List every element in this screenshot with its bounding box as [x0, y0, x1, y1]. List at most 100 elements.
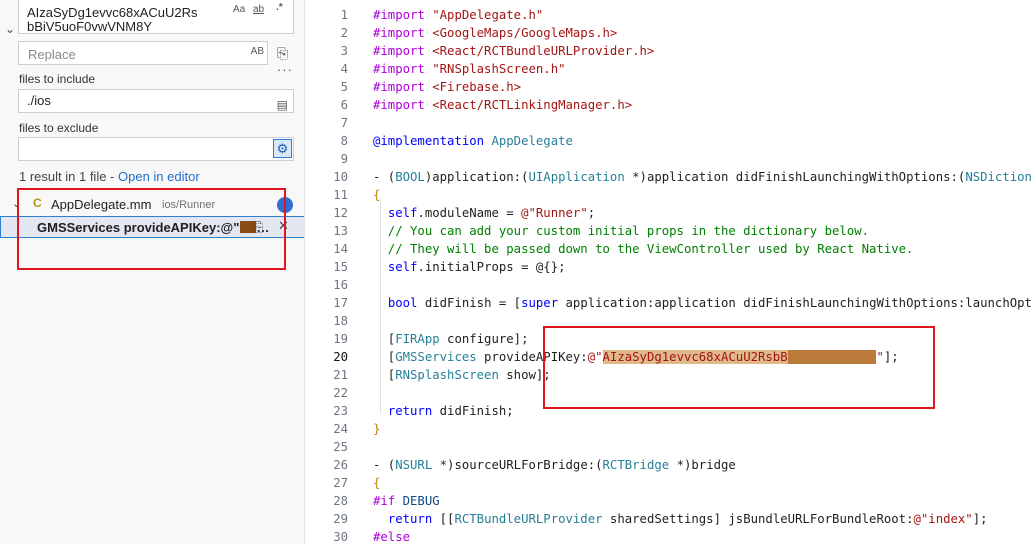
code-text: bool didFinish = [super application:appl…: [387, 296, 1033, 310]
files-to-exclude-label: files to exclude: [19, 121, 99, 135]
code-line: 15 self.initialProps = @{};: [305, 258, 1033, 276]
line-number: 9: [340, 152, 348, 166]
code-text: #import <React/RCTBundleURLProvider.h>: [373, 44, 655, 58]
search-query-line-2: bBiV5uoF0vwVNM8Y: [27, 19, 152, 34]
search-input[interactable]: AIzaSyDg1evvc68xACuU2Rs bBiV5uoF0vwVNM8Y…: [18, 0, 294, 34]
line-number: 28: [333, 494, 348, 508]
code-line: 26 - (NSURL *)sourceURLForBridge:(RCTBrid…: [305, 456, 1033, 474]
line-number: 4: [340, 62, 348, 76]
line-number: 25: [333, 440, 348, 454]
code-text: {: [373, 188, 381, 202]
line-number: 18: [333, 314, 348, 328]
code-text: - (BOOL)application:(UIApplication *)app…: [373, 170, 1033, 184]
code-text: #import "AppDelegate.h": [373, 8, 544, 22]
line-number: 16: [333, 278, 348, 292]
code-line: 12 self.moduleName = @"Runner";: [305, 204, 1033, 222]
line-number: 24: [333, 422, 348, 436]
line-number: 17: [333, 296, 348, 310]
code-text: // They will be passed down to the ViewC…: [373, 242, 914, 256]
code-editor[interactable]: 1 #import "AppDelegate.h" 2 #import <Google…: [305, 0, 1033, 544]
line-number: 29: [333, 512, 348, 526]
line-number: 20: [333, 350, 348, 364]
line-number: 11: [333, 188, 348, 202]
annotation-box-editor: [543, 326, 935, 409]
line-number: 8: [340, 134, 348, 148]
line-number: 22: [333, 386, 348, 400]
line-number: 19: [333, 332, 348, 346]
code-text: self.initialProps = @{};: [387, 260, 566, 274]
code-line: 6 #import <React/RCTLinkingManager.h>: [305, 96, 1033, 114]
line-number: 23: [333, 404, 348, 418]
code-line: 10 - (BOOL)application:(UIApplication *)a…: [305, 168, 1033, 186]
use-regex-icon[interactable]: .*: [276, 2, 283, 13]
line-number: 2: [340, 26, 348, 40]
code-line: 1 #import "AppDelegate.h": [305, 6, 1033, 24]
line-number: 6: [340, 98, 348, 112]
line-number: 15: [333, 260, 348, 274]
code-line: 28 #if DEBUG: [305, 492, 1033, 510]
files-to-include-label: files to include: [19, 72, 96, 86]
code-text: }: [373, 422, 381, 436]
line-number: 14: [333, 242, 348, 256]
code-text: @implementation AppDelegate: [373, 134, 573, 148]
chevron-down-icon[interactable]: ⌄: [5, 22, 15, 36]
code-text: #import <Firebase.h>: [373, 80, 522, 94]
match-case-icon[interactable]: Aa: [233, 4, 245, 15]
code-line: 9: [305, 150, 1033, 168]
code-text: self.moduleName = @"Runner";: [387, 206, 596, 220]
code-line: 25: [305, 438, 1033, 456]
use-exclude-settings-gear-icon[interactable]: ⚙: [273, 139, 292, 158]
results-summary: 1 result in 1 file - Open in editor: [19, 169, 200, 184]
line-number: 12: [333, 206, 348, 220]
code-line: 3 #import <React/RCTBundleURLProvider.h>: [305, 42, 1033, 60]
code-line: 17 bool didFinish = [super application:a…: [305, 294, 1033, 312]
code-text: #import <React/RCTLinkingManager.h>: [373, 98, 633, 112]
replace-input[interactable]: [26, 43, 230, 65]
code-line: 7: [305, 114, 1033, 132]
line-number: 7: [340, 116, 348, 130]
code-text: return didFinish;: [387, 404, 514, 418]
line-number: 27: [333, 476, 348, 490]
replace-all-icon[interactable]: ⎘: [277, 45, 288, 62]
line-number: 21: [333, 368, 348, 382]
line-number: 30: [333, 530, 348, 544]
files-to-exclude-input[interactable]: ⚙: [18, 137, 294, 161]
annotation-box-sidebar: [17, 188, 286, 270]
match-whole-word-icon[interactable]: ab: [253, 4, 264, 15]
code-text: [FIRApp configure];: [373, 332, 529, 346]
results-summary-text: 1 result in 1 file -: [19, 169, 118, 184]
code-text: {: [373, 476, 381, 490]
open-editors-only-icon[interactable]: ▤: [277, 94, 288, 116]
code-line: 24}: [305, 420, 1033, 438]
files-to-include-input[interactable]: ./ios ▤: [18, 89, 294, 113]
replace-field[interactable]: AB: [18, 41, 268, 65]
line-number: 5: [340, 80, 348, 94]
code-line: 27 {: [305, 474, 1033, 492]
line-number: 1: [340, 8, 348, 22]
code-line: 11 {: [305, 186, 1033, 204]
code-text: #if DEBUG: [373, 494, 440, 508]
search-sidebar: ⌄ AIzaSyDg1evvc68xACuU2Rs bBiV5uoF0vwVNM…: [0, 0, 305, 544]
code-text: - (NSURL *)sourceURLForBridge:(RCTBridge…: [373, 458, 736, 472]
code-line: 30 #else: [305, 528, 1033, 544]
files-to-include-value: ./ios: [27, 93, 51, 108]
line-number: 13: [333, 224, 348, 238]
code-text: #import "RNSplashScreen.h": [373, 62, 566, 76]
code-line: 16: [305, 276, 1033, 294]
code-line: 2 #import <GoogleMaps/GoogleMaps.h>: [305, 24, 1033, 42]
line-number: 26: [333, 458, 348, 472]
code-text: return [[RCTBundleURLProvider sharedSett…: [387, 512, 988, 526]
open-in-editor-link[interactable]: Open in editor: [118, 169, 200, 184]
code-line: 8 @implementation AppDelegate: [305, 132, 1033, 150]
code-line: 29 return [[RCTBundleURLProvider sharedS…: [305, 510, 1033, 528]
preserve-case-icon[interactable]: AB: [251, 46, 264, 57]
toggle-search-details-icon[interactable]: ···: [277, 62, 293, 77]
code-text: #import <GoogleMaps/GoogleMaps.h>: [373, 26, 618, 40]
code-text: #else: [373, 530, 411, 544]
line-number: 10: [333, 170, 348, 184]
line-number: 3: [340, 44, 348, 58]
code-text: [RNSplashScreen show];: [373, 368, 551, 382]
code-line: 14 // They will be passed down to the Vi…: [305, 240, 1033, 258]
code-line: 4 #import "RNSplashScreen.h": [305, 60, 1033, 78]
code-line: 5 #import <Firebase.h>: [305, 78, 1033, 96]
